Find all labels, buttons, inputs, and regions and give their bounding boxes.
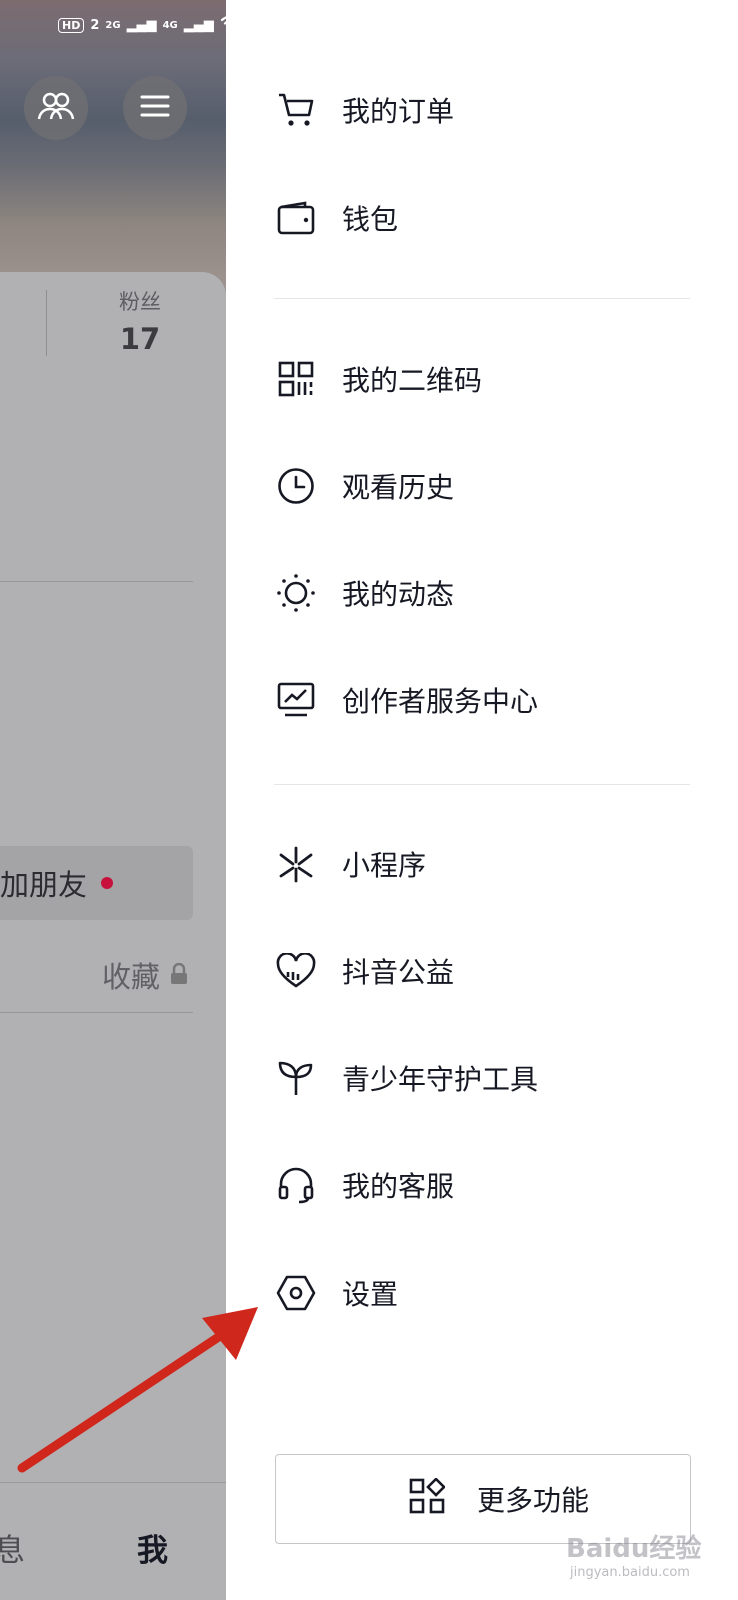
hd-badge: HD	[58, 17, 85, 33]
lock-icon	[170, 958, 188, 992]
menu-label: 我的客服	[342, 1170, 455, 1203]
more-features-label: 更多功能	[476, 1484, 589, 1517]
menu-item-charity[interactable]: 抖音公益	[276, 941, 696, 1001]
menu-separator	[274, 298, 690, 299]
collect-label: 收藏	[102, 960, 161, 994]
menu-item-moments[interactable]: 我的动态	[276, 563, 696, 623]
profile-background: HD 2 2G ▂▄▆ 4G ▂▄▆ 粉丝 17 加朋友 收藏 息 我	[0, 0, 226, 1600]
menu-label: 钱包	[342, 203, 399, 236]
friends-button[interactable]	[24, 76, 88, 140]
menu-label: 青少年守护工具	[342, 1063, 539, 1096]
clock-icon	[276, 466, 316, 506]
collect-tab[interactable]: 收藏	[102, 954, 188, 996]
network-4g: 4G	[162, 19, 178, 31]
menu-button[interactable]	[123, 76, 187, 140]
tab-me[interactable]: 我	[137, 1525, 168, 1570]
bottom-tab-bar	[0, 1482, 226, 1600]
grid-icon	[409, 1476, 446, 1521]
menu-item-youth-guard[interactable]: 青少年守护工具	[276, 1048, 696, 1108]
monitor-chart-icon	[276, 680, 316, 720]
menu-item-orders[interactable]: 我的订单	[276, 80, 696, 140]
watermark-logo: Baidu经验	[566, 1534, 702, 1564]
cart-icon	[276, 90, 316, 130]
menu-item-wallet[interactable]: 钱包	[276, 188, 696, 248]
sun-icon	[276, 573, 316, 613]
signal-icon: ▂▄▆	[183, 17, 214, 33]
sprout-icon	[276, 1058, 316, 1098]
stat-divider	[46, 290, 47, 356]
watermark-url: jingyan.baidu.com	[570, 1565, 690, 1580]
mini-program-icon	[276, 844, 316, 884]
status-bar: HD 2 2G ▂▄▆ 4G ▂▄▆	[58, 14, 226, 36]
menu-item-creator-center[interactable]: 创作者服务中心	[276, 670, 696, 730]
divider	[0, 581, 193, 582]
menu-label: 我的动态	[342, 578, 455, 611]
cover-photo	[0, 0, 226, 300]
menu-item-settings[interactable]: 设置	[276, 1263, 696, 1323]
menu-item-customer-service[interactable]: 我的客服	[276, 1155, 696, 1215]
settings-hexagon-icon	[276, 1273, 316, 1313]
menu-label: 抖音公益	[342, 956, 455, 989]
profile-card	[0, 272, 226, 1600]
hamburger-icon	[140, 94, 170, 122]
fans-label[interactable]: 粉丝	[105, 286, 175, 316]
menu-label: 设置	[342, 1278, 399, 1311]
tab-messages[interactable]: 息	[0, 1525, 25, 1570]
qr-code-icon	[276, 359, 316, 399]
fans-count[interactable]: 17	[105, 322, 175, 356]
add-friend-button[interactable]: 加朋友	[0, 846, 193, 920]
menu-label: 我的二维码	[342, 364, 483, 397]
friends-icon	[37, 91, 75, 125]
heart-icon	[276, 951, 316, 991]
headset-icon	[276, 1165, 316, 1205]
menu-item-qrcode[interactable]: 我的二维码	[276, 349, 696, 409]
network-2g: 2G	[105, 19, 121, 31]
menu-item-mini-programs[interactable]: 小程序	[276, 834, 696, 894]
menu-item-history[interactable]: 观看历史	[276, 456, 696, 516]
menu-label: 观看历史	[342, 471, 455, 504]
menu-label: 我的订单	[342, 95, 455, 128]
signal-icon: ▂▄▆	[126, 17, 157, 33]
divider	[0, 1012, 193, 1013]
sim-indicator: 2	[90, 17, 100, 33]
wallet-icon	[276, 198, 316, 238]
notification-dot	[101, 877, 114, 889]
menu-label: 创作者服务中心	[342, 685, 539, 718]
menu-separator	[274, 784, 690, 785]
add-friend-label: 加朋友	[0, 868, 88, 902]
menu-label: 小程序	[342, 849, 427, 882]
